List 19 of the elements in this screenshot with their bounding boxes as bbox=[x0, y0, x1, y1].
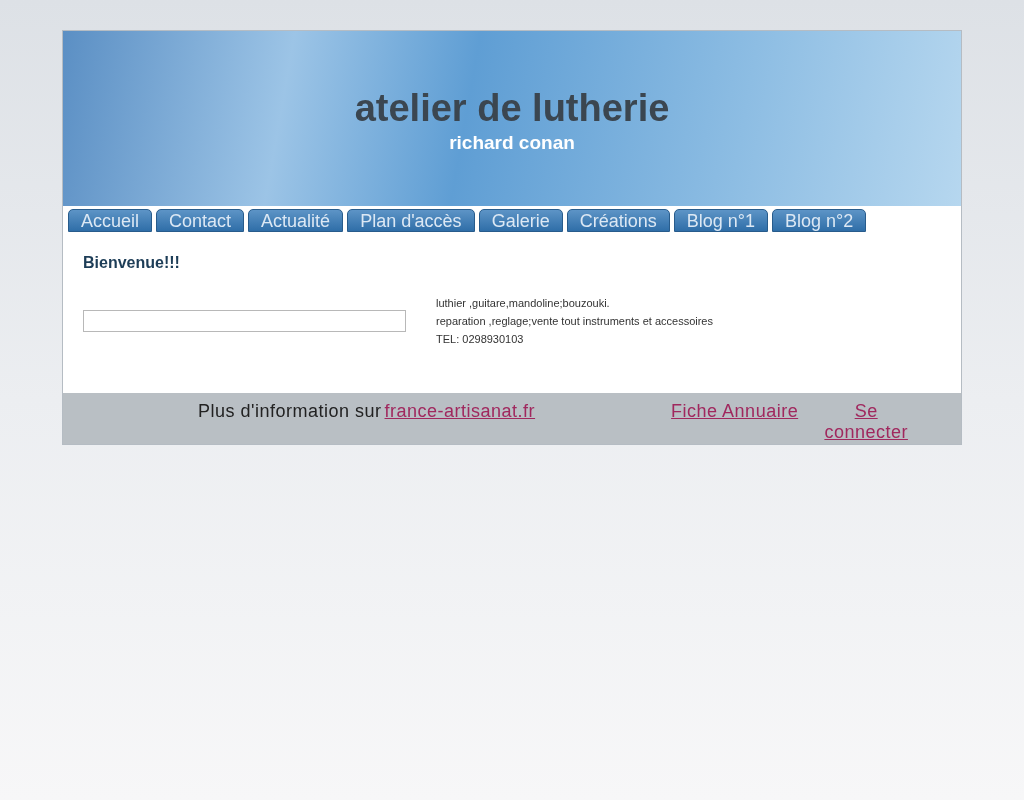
footer-text: Plus d'information sur bbox=[198, 401, 382, 422]
welcome-heading: Bienvenue!!! bbox=[83, 254, 181, 272]
info-text: TEL: 0298930103 bbox=[436, 332, 525, 347]
nav-tab[interactable]: Créations bbox=[566, 209, 670, 232]
site-subtitle: richard conan bbox=[449, 132, 575, 154]
nav-tab[interactable]: Blog n°2 bbox=[771, 209, 867, 232]
info-text: reparation ,reglage;vente tout instruments et accessoires bbox=[436, 314, 713, 329]
site-title: atelier de lutherie bbox=[354, 86, 670, 130]
footer-link[interactable]: Fiche Annuaire bbox=[671, 401, 799, 422]
nav-tab[interactable]: Galerie bbox=[478, 209, 563, 232]
nav-tab[interactable]: Blog n°1 bbox=[673, 209, 768, 232]
nav-tab[interactable]: Accueil bbox=[68, 209, 153, 232]
info-text: luthier ,guitare,mandoline;bouzouki. bbox=[436, 296, 611, 311]
nav-tab[interactable]: Actualité bbox=[248, 209, 344, 232]
input-field[interactable] bbox=[83, 310, 406, 332]
nav-tab[interactable]: Contact bbox=[156, 209, 245, 232]
footer-link[interactable]: Se connecter bbox=[820, 401, 913, 443]
site-link[interactable]: france-artisanat.fr bbox=[384, 401, 536, 422]
nav-tab[interactable]: Plan d'accès bbox=[347, 209, 475, 232]
